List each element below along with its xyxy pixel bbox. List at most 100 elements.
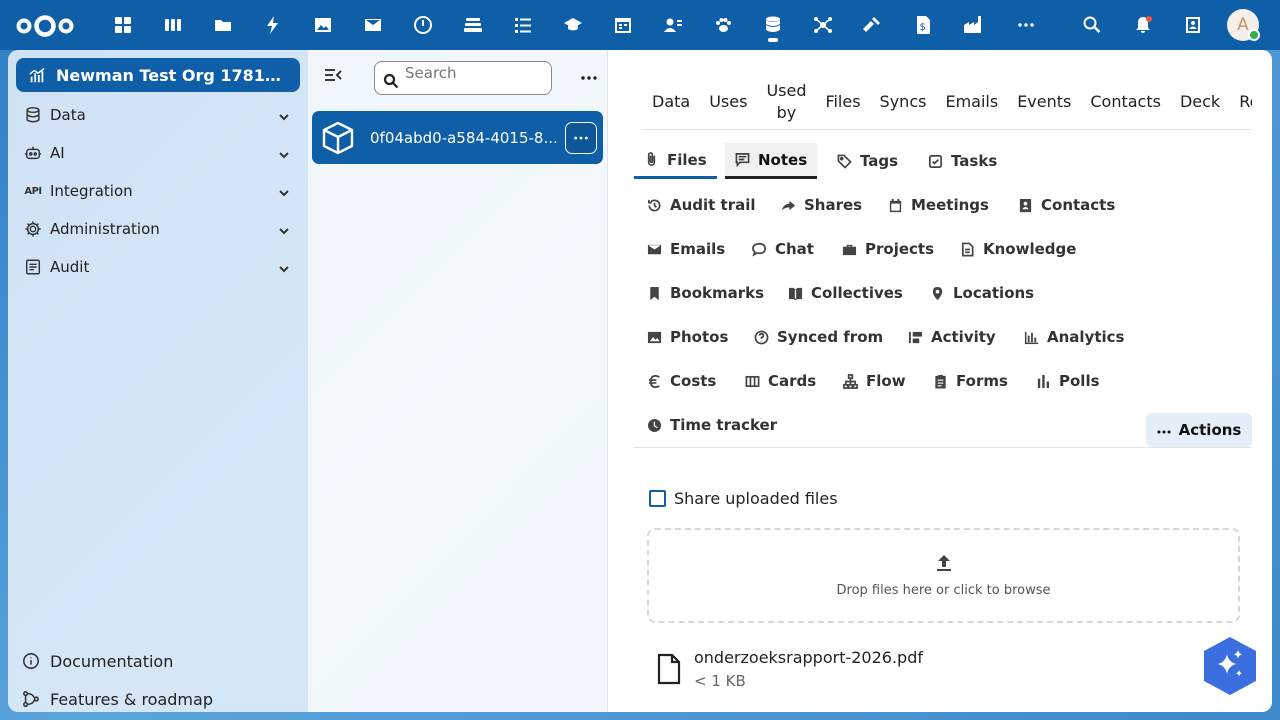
chat-icon xyxy=(752,242,766,257)
hammer-icon[interactable] xyxy=(858,10,888,40)
more-apps-icon[interactable] xyxy=(1011,10,1041,40)
contact-card-icon xyxy=(1019,198,1032,212)
list-item-selected[interactable]: 0f04abd0-a584-4015-8... xyxy=(312,111,603,164)
tab-used-by[interactable]: Used by xyxy=(766,80,806,124)
subtab-locations[interactable]: Locations xyxy=(920,275,1044,311)
subtab-tags[interactable]: Tags xyxy=(827,143,908,179)
tasks-icon[interactable] xyxy=(508,10,538,40)
tab-uses[interactable]: Uses xyxy=(709,91,747,113)
activity-icon[interactable] xyxy=(258,10,288,40)
subtab-audit-trail[interactable]: Audit trail xyxy=(637,187,766,223)
pets-icon[interactable] xyxy=(708,10,738,40)
subtab-analytics[interactable]: Analytics xyxy=(1014,319,1134,355)
sidebar-item-integration[interactable]: API Integration xyxy=(16,174,300,208)
files-icon[interactable] xyxy=(208,10,238,40)
stack-icon[interactable] xyxy=(458,10,488,40)
poll-icon xyxy=(1037,374,1050,388)
subtab-cards[interactable]: Cards xyxy=(735,363,826,399)
subtab-knowledge[interactable]: Knowledge xyxy=(950,231,1086,267)
subtab-label: Synced from xyxy=(777,328,884,346)
tag-icon xyxy=(837,154,852,169)
subtab-synced-from[interactable]: Synced from xyxy=(744,319,893,355)
chevron-down-icon[interactable] xyxy=(278,185,290,197)
search-icon[interactable] xyxy=(1077,10,1107,40)
organisation-icon xyxy=(29,67,45,83)
tab-events[interactable]: Events xyxy=(1017,91,1071,113)
contacts-menu-icon[interactable] xyxy=(1178,10,1208,40)
clock-icon[interactable] xyxy=(408,10,438,40)
contacts-icon[interactable] xyxy=(658,10,688,40)
sidebar-item-audit[interactable]: Audit xyxy=(16,250,300,284)
collapse-sidebar-icon[interactable] xyxy=(324,66,342,84)
invoice-icon[interactable]: $ xyxy=(908,10,938,40)
factory-icon[interactable] xyxy=(958,10,988,40)
network-icon[interactable] xyxy=(808,10,838,40)
kanban-icon[interactable] xyxy=(158,10,188,40)
education-icon[interactable] xyxy=(558,10,588,40)
sidebar-item-label: Data xyxy=(50,106,86,124)
mail-icon[interactable] xyxy=(358,10,388,40)
subtab-time-tracker[interactable]: Time tracker xyxy=(637,407,787,443)
tab-emails[interactable]: Emails xyxy=(945,91,998,113)
subtab-polls[interactable]: Polls xyxy=(1026,363,1110,399)
subtab-flow[interactable]: Flow xyxy=(833,363,916,399)
subtab-tasks[interactable]: Tasks xyxy=(918,143,1007,179)
search-field[interactable] xyxy=(374,61,552,95)
subtab-notes[interactable]: Notes xyxy=(725,143,818,179)
api-icon: API xyxy=(24,185,42,197)
chevron-down-icon[interactable] xyxy=(278,147,290,159)
calendar-icon[interactable] xyxy=(608,10,638,40)
actions-button[interactable]: Actions xyxy=(1146,413,1252,447)
notifications-icon[interactable] xyxy=(1128,10,1158,40)
subtab-bookmarks[interactable]: Bookmarks xyxy=(637,275,774,311)
share-uploaded-files-option[interactable]: Share uploaded files xyxy=(649,489,838,508)
database-icon[interactable] xyxy=(758,10,788,40)
gear-icon xyxy=(24,220,42,238)
chevron-down-icon[interactable] xyxy=(278,223,290,235)
subtab-shares[interactable]: Shares xyxy=(771,187,872,223)
tab-deck[interactable]: Deck xyxy=(1180,91,1220,113)
tab-files[interactable]: Files xyxy=(825,91,860,113)
tab-syncs[interactable]: Syncs xyxy=(880,91,927,113)
subtab-label: Meetings xyxy=(911,196,989,214)
subtab-chat[interactable]: Chat xyxy=(742,231,824,267)
organisation-switcher-button[interactable]: Newman Test Org 1781458... xyxy=(16,58,300,92)
chevron-down-icon[interactable] xyxy=(278,109,290,121)
file-dropzone[interactable]: Drop files here or click to browse xyxy=(647,528,1240,623)
organisation-title: Newman Test Org 1781458... xyxy=(56,65,292,85)
assistant-button[interactable] xyxy=(1203,636,1257,696)
subtab-collectives[interactable]: Collectives xyxy=(778,275,913,311)
subtab-files[interactable]: Files xyxy=(634,143,717,179)
file-list-item[interactable]: onderzoeksrapport-2026.pdf < 1 KB xyxy=(656,648,923,690)
subtab-meetings[interactable]: Meetings xyxy=(878,187,999,223)
paperclip-icon xyxy=(647,152,656,166)
subtab-costs[interactable]: Costs xyxy=(637,363,726,399)
subtab-emails[interactable]: Emails xyxy=(637,231,735,267)
tab-relations[interactable]: Rela xyxy=(1239,91,1252,113)
list-more-options-icon[interactable] xyxy=(580,70,598,86)
dashboard-icon[interactable] xyxy=(108,10,138,40)
subtab-projects[interactable]: Projects xyxy=(832,231,944,267)
search-input[interactable] xyxy=(405,64,535,82)
subtab-contacts[interactable]: Contacts xyxy=(1008,187,1125,223)
comment-icon xyxy=(735,153,750,167)
sidebar-item-ai[interactable]: AI xyxy=(16,136,300,170)
subtab-label: Analytics xyxy=(1047,328,1125,346)
avatar-initial: A xyxy=(1237,15,1249,35)
photos-icon[interactable] xyxy=(308,10,338,40)
tab-data[interactable]: Data xyxy=(652,91,690,113)
documentation-link[interactable]: Documentation xyxy=(22,649,173,673)
features-roadmap-link[interactable]: Features & roadmap xyxy=(22,687,213,711)
chevron-down-icon[interactable] xyxy=(278,261,290,273)
subtab-photos[interactable]: Photos xyxy=(637,319,738,355)
sidebar-item-administration[interactable]: Administration xyxy=(16,212,300,246)
nextcloud-logo[interactable] xyxy=(14,12,76,40)
share-uploaded-checkbox[interactable] xyxy=(649,490,666,507)
subtab-activity[interactable]: Activity xyxy=(898,319,1006,355)
list-item-actions-button[interactable] xyxy=(565,122,597,154)
subtab-forms[interactable]: Forms xyxy=(923,363,1018,399)
more-horizontal-icon xyxy=(1157,423,1171,438)
tab-contacts[interactable]: Contacts xyxy=(1090,91,1161,113)
sidebar-item-data[interactable]: Data xyxy=(16,98,300,132)
entity-list-column: 0f04abd0-a584-4015-8... xyxy=(308,50,608,712)
